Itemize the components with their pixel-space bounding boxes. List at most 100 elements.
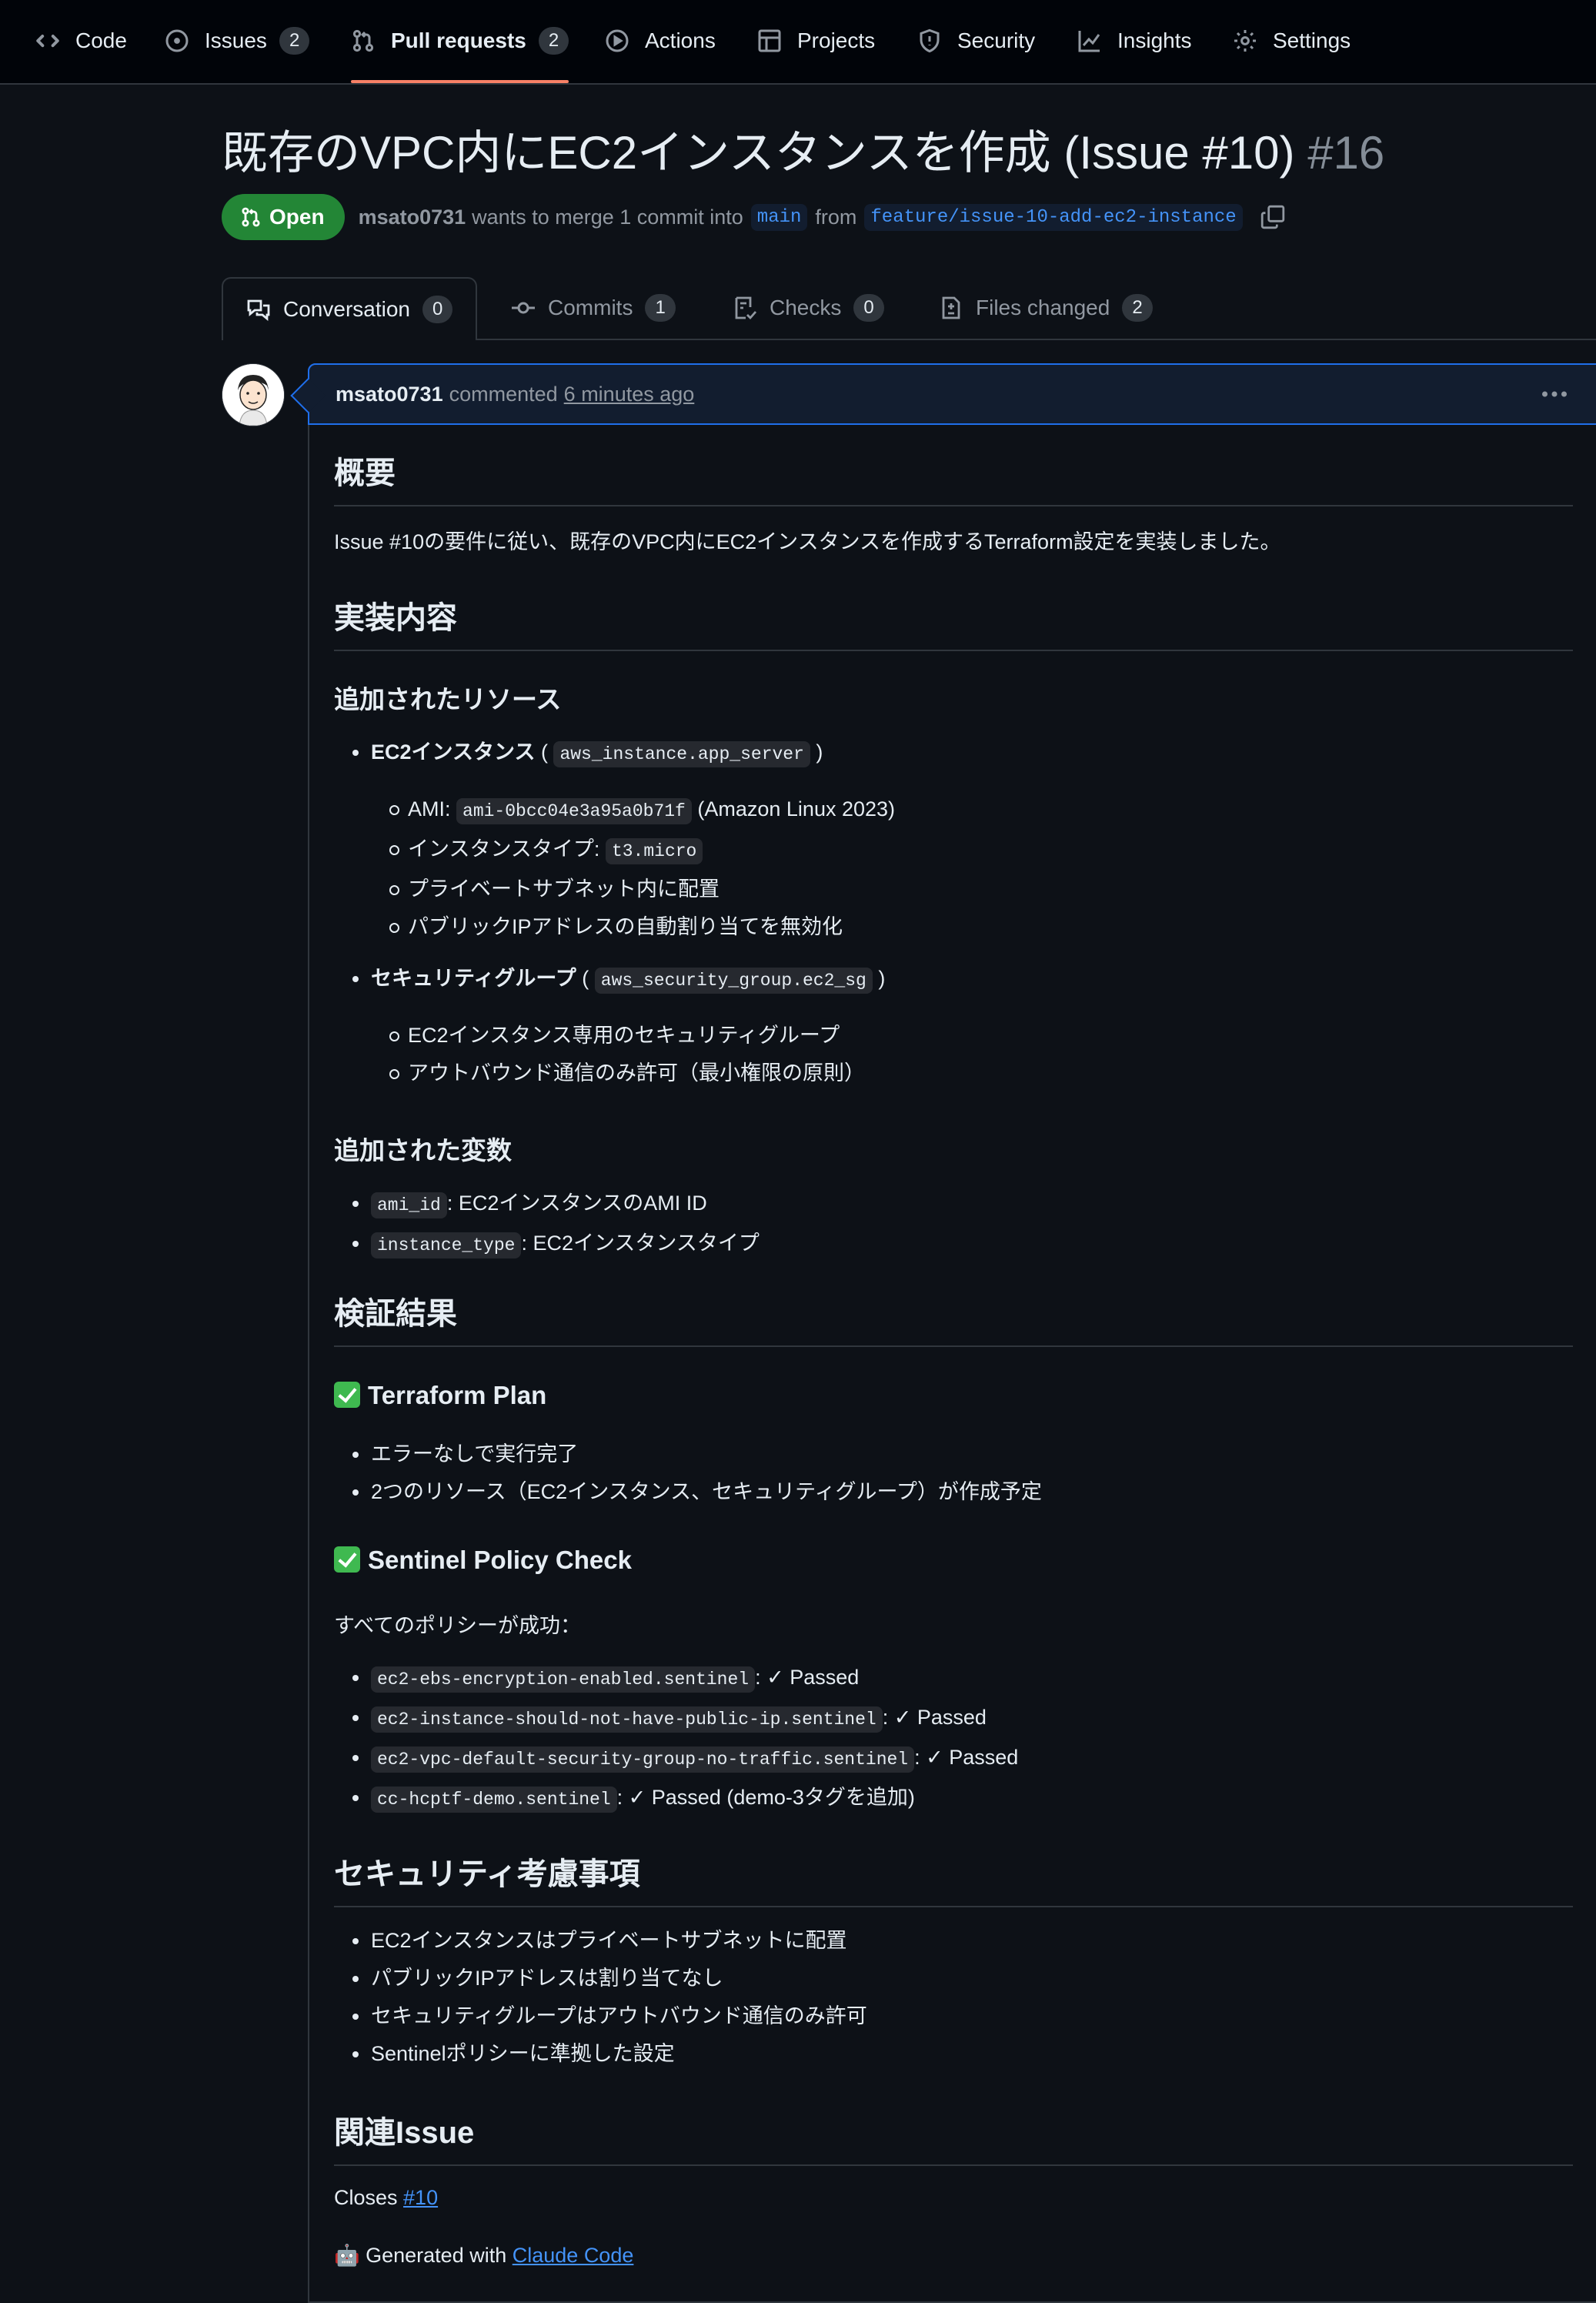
sentinel-heading: Sentinel Policy Check [334,1546,632,1575]
nav-tab-label: Security [957,28,1036,52]
state-badge: Open [222,194,345,240]
play-icon [606,29,629,52]
tab-counter: 0 [422,296,453,323]
copy-icon[interactable] [1260,204,1286,230]
selected-tab-underline [351,80,569,83]
resource-code: aws_instance.app_server [553,741,810,767]
nav-tab-code[interactable]: Code [35,0,127,82]
nav-tab-projects[interactable]: Projects [757,0,875,82]
type-label: インスタンスタイプ: [408,837,606,861]
nav-tab-actions[interactable]: Actions [605,0,716,82]
vars-heading: 追加された変数 [334,1136,512,1165]
tab-checks[interactable]: Checks 0 [733,277,884,339]
head-branch[interactable]: feature/issue-10-add-ec2-instance [864,203,1243,231]
checklist-icon [735,296,757,320]
policy-code: cc-hcptf-demo.sentinel [371,1787,617,1813]
tab-counter: 0 [853,294,884,322]
pull-requests-counter: 2 [538,27,569,55]
nav-tab-label: Pull requests [391,28,526,52]
impl-heading: 実装内容 [334,593,1573,651]
resource-list: EC2インスタンス ( aws_instance.app_server ) [334,739,823,767]
pr-author-link[interactable]: msato0731 [359,206,466,229]
overview-text: Issue #10の要件に従い、既存のVPC内にEC2インスタンスを作成するTe… [334,530,1281,553]
policy-result: : ✓ Passed [914,1746,1019,1769]
tab-files-changed[interactable]: Files changed 2 [939,277,1153,339]
verify-heading: 検証結果 [334,1289,1573,1347]
comment-discussion-icon [247,299,270,321]
list-item: EC2インスタンス ( aws_instance.app_server ) [334,739,823,767]
tab-label: Conversation [283,297,410,321]
comment-author-link[interactable]: msato0731 [336,383,443,406]
resource-label: EC2インスタンス [371,740,536,764]
list-item: インスタンスタイプ: t3.micro [334,836,895,864]
list-item: ec2-instance-should-not-have-public-ip.s… [334,1704,1018,1733]
git-commit-icon [512,302,535,314]
list-item: EC2インスタンス専用のセキュリティグループ [334,1022,865,1048]
nav-tab-issues[interactable]: Issues 2 [165,0,310,82]
vars-list: ami_id: EC2インスタンスのAMI ID instance_type: … [334,1190,760,1258]
claude-code-link[interactable]: Claude Code [513,2244,634,2267]
security-list: EC2インスタンスはプライベートサブネットに配置 パブリックIPアドレスは割り当… [334,1927,867,2067]
file-diff-icon [942,296,960,319]
policy-code: ec2-instance-should-not-have-public-ip.s… [371,1706,883,1733]
resource-list: セキュリティグループ ( aws_security_group.ec2_sg ) [334,965,885,994]
tab-label: Commits [548,296,633,319]
base-branch[interactable]: main [750,203,808,231]
list-item: セキュリティグループ ( aws_security_group.ec2_sg ) [334,965,885,994]
var-text: : EC2インスタンスのAMI ID [446,1192,707,1215]
closes-text: Closes [334,2186,404,2209]
ami-label: AMI: [408,797,457,821]
nav-tab-settings[interactable]: Settings [1233,0,1351,82]
issue-opened-icon [165,29,189,52]
list-item: cc-hcptf-demo.sentinel: ✓ Passed (demo-3… [334,1784,1018,1813]
resource-details-list: EC2インスタンス専用のセキュリティグループ アウトバウンド通信のみ許可（最小権… [334,1022,865,1086]
avatar[interactable] [222,363,285,426]
sentinel-list: ec2-ebs-encryption-enabled.sentinel: ✓ P… [334,1664,1018,1813]
related-heading: 関連Issue [334,2107,1573,2166]
tab-label: Files changed [976,296,1110,319]
sentinel-intro: すべてのポリシーが成功： [334,1614,582,1637]
type-code: t3.micro [605,838,703,864]
list-item: アウトバウンド通信のみ許可（最小権限の原則） [334,1060,865,1086]
list-item: EC2インスタンスはプライベートサブネットに配置 [334,1927,867,1954]
ami-suffix: (Amazon Linux 2023) [691,797,896,821]
overview-heading: 概要 [334,448,1573,506]
gear-icon [1234,30,1256,52]
tab-counter: 2 [1122,294,1153,322]
list-item: 2つのリソース（EC2インスタンス、セキュリティグループ）が作成予定 [334,1479,1042,1505]
nav-tab-label: Issues [205,28,267,52]
list-item: パブリックIPアドレスの自動割り当てを無効化 [334,914,895,940]
table-icon [758,29,781,52]
var-code: ami_id [371,1192,447,1218]
nav-tab-pull-requests[interactable]: Pull requests 2 [351,0,569,83]
tab-commits[interactable]: Commits 1 [511,277,676,339]
repo-nav: Code Issues 2 Pull requests 2 Actions Pr… [0,0,1596,85]
nav-tab-insights[interactable]: Insights [1077,0,1192,82]
sentinel-heading-text: Sentinel Policy Check [368,1546,632,1574]
list-item: エラーなしで実行完了 [334,1441,1042,1467]
pr-tabs: Conversation 0 Commits 1 Checks 0 Files … [222,277,1596,340]
pr-number: #16 [1307,127,1385,179]
list-item: セキュリティグループはアウトバウンド通信のみ許可 [334,2003,867,2029]
resource-label: セキュリティグループ [371,967,576,990]
graph-icon [1078,31,1100,52]
generated-line: 🤖 Generated with Claude Code [334,2243,633,2268]
nav-tab-security[interactable]: Security [917,0,1035,82]
avatar-image [222,364,284,426]
nav-tab-label: Actions [645,28,716,52]
comment-timestamp[interactable]: 6 minutes ago [564,383,695,406]
issues-counter: 2 [279,27,310,55]
ami-code: ami-0bcc04e3a95a0b71f [456,798,692,824]
var-text: : EC2インスタンスタイプ [521,1232,760,1255]
list-item: ec2-vpc-default-security-group-no-traffi… [334,1744,1018,1773]
policy-result: : ✓ Passed (demo-3タグを追加) [616,1786,915,1809]
kebab-horizontal-icon[interactable] [1539,379,1570,409]
tab-conversation[interactable]: Conversation 0 [222,277,478,340]
robot-icon: 🤖 [334,2244,360,2267]
policy-code: ec2-vpc-default-security-group-no-traffi… [371,1746,915,1773]
issue-link[interactable]: #10 [403,2186,438,2209]
list-item: instance_type: EC2インスタンスタイプ [334,1230,760,1258]
nav-tab-label: Settings [1273,28,1351,52]
code-icon [36,35,59,48]
tab-label: Checks [770,296,842,319]
